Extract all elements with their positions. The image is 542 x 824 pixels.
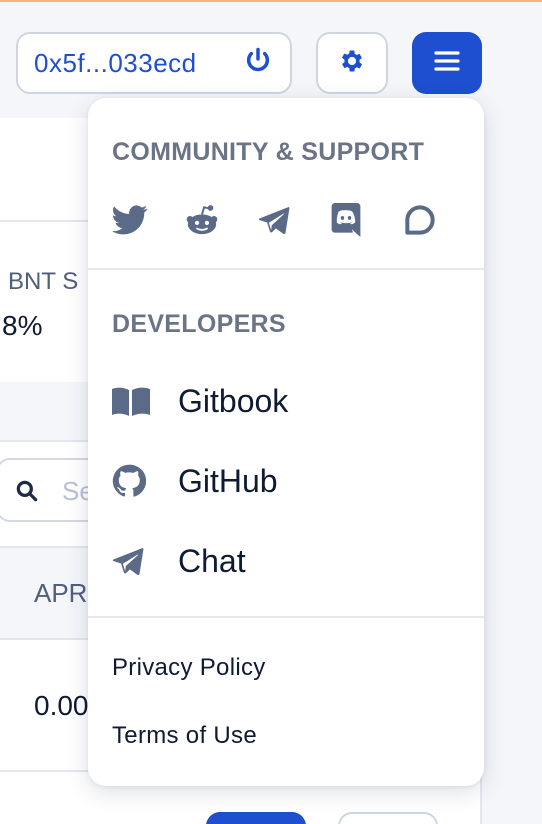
stat-value: 8% xyxy=(2,310,43,341)
community-section-title: COMMUNITY & SUPPORT xyxy=(112,138,425,166)
github-label: GitHub xyxy=(178,462,278,499)
secondary-action-button[interactable] xyxy=(338,812,438,824)
chat-link[interactable]: Chat xyxy=(112,538,246,584)
background-card xyxy=(0,118,100,222)
menu-button[interactable] xyxy=(412,32,482,94)
privacy-policy-link[interactable]: Privacy Policy xyxy=(112,654,266,682)
reddit-icon[interactable] xyxy=(185,200,258,240)
gitbook-link[interactable]: Gitbook xyxy=(112,378,288,424)
wallet-button[interactable]: 0x5f...033ecd xyxy=(16,32,292,94)
chat-label: Chat xyxy=(178,542,246,579)
stat-card: BNT S xyxy=(0,222,100,382)
telegram-icon[interactable] xyxy=(258,200,331,240)
column-header-apr: APR xyxy=(34,578,88,608)
gitbook-label: Gitbook xyxy=(178,382,289,419)
main-menu-dropdown: COMMUNITY & SUPPORT DEVELOPERS Gitbook G… xyxy=(88,98,484,786)
github-icon xyxy=(112,464,178,498)
hamburger-icon xyxy=(433,49,461,78)
github-link[interactable]: GitHub xyxy=(112,458,278,504)
telegram-icon xyxy=(112,547,178,575)
book-icon xyxy=(112,386,178,416)
wallet-address: 0x5f...033ecd xyxy=(34,47,197,78)
discord-icon[interactable] xyxy=(331,200,404,240)
menu-divider xyxy=(88,268,484,270)
terms-of-use-link[interactable]: Terms of Use xyxy=(112,722,257,750)
social-links xyxy=(112,200,477,240)
stat-label: BNT S xyxy=(8,268,79,295)
primary-action-button[interactable] xyxy=(206,812,306,824)
menu-divider xyxy=(88,616,484,618)
power-icon[interactable] xyxy=(244,46,272,81)
forum-icon[interactable] xyxy=(404,200,477,240)
table-cell: 0.00 xyxy=(34,690,89,721)
search-icon xyxy=(14,478,40,509)
developers-section-title: DEVELOPERS xyxy=(112,310,286,338)
top-accent-bar xyxy=(0,0,542,2)
gear-icon xyxy=(338,47,366,80)
settings-button[interactable] xyxy=(316,32,388,94)
twitter-icon[interactable] xyxy=(112,200,185,240)
